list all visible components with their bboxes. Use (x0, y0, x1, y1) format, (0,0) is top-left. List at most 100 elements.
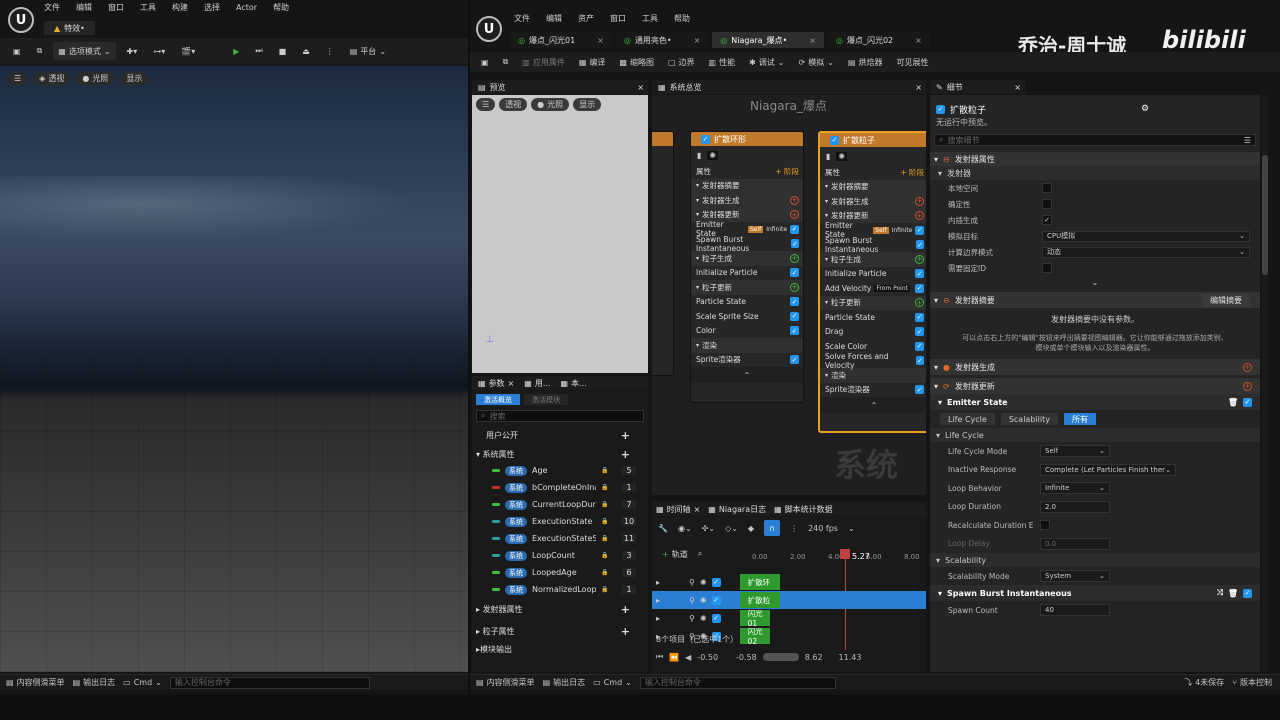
stop-icon[interactable]: ■ (274, 42, 292, 60)
module-row[interactable]: Drag ✓ (820, 325, 926, 340)
menu-item[interactable]: 工具 (140, 2, 156, 13)
track-row[interactable]: ▸ ⚲ ✺ ✓ 扩散粒 (652, 591, 926, 609)
collapse-icon[interactable]: ⌃ (820, 397, 926, 413)
close-icon[interactable]: × (1014, 83, 1025, 92)
emitter-node-particles[interactable]: ✓ 扩散粒子 ▮ ✺ 属性 + 阶段 ▾ 发射器摘要 ▾ 发射器生成 + ▾ 发射器更新 + Emitter… (818, 131, 926, 433)
stage-row[interactable]: ▾ 粒子生成 + (820, 252, 926, 267)
time-ruler[interactable]: 0.00 2.00 4.00 6.00 8.00 (748, 553, 922, 567)
unreal-logo-icon[interactable]: U (476, 16, 502, 42)
menu-item[interactable]: 工具 (642, 13, 658, 24)
lifecycle-category[interactable]: ▾ Life Cycle (930, 428, 1260, 442)
filter-icon[interactable]: ⌕ (698, 549, 702, 559)
add-stage-button[interactable]: + 阶段 (775, 166, 799, 177)
shuffle-icon[interactable]: ⤨ (1216, 588, 1222, 598)
transform-icon[interactable]: ✣⌄ (702, 524, 715, 533)
param-row[interactable]: 系统 CurrentLoopDura 🔒 7 (472, 496, 648, 513)
params-tab[interactable]: ▦ 参数 × (478, 378, 514, 389)
preview-viewport[interactable]: ☰ 透视 ● 光照 显示 ⊥ (472, 95, 648, 373)
content-drawer-button[interactable]: ▤ 内容侧滑菜单 (476, 677, 535, 688)
add-icon[interactable]: + (1243, 362, 1252, 372)
props-label[interactable]: 属性 (825, 167, 840, 178)
param-row[interactable]: 系统 Age 🔒 5 (472, 462, 648, 479)
asset-tab[interactable]: ◎ 爆点_闪光02 × (827, 32, 930, 48)
baker-button[interactable]: ▤ 烘焙器 (843, 53, 888, 71)
menu-item[interactable]: 文件 (514, 13, 530, 24)
range-start[interactable]: -0.50 (697, 653, 718, 662)
step-icon[interactable]: ⏭ (250, 42, 267, 60)
add-icon[interactable]: + (621, 603, 630, 616)
emitter-update-section[interactable]: ▾ ⟳ 发射器更新 + (930, 378, 1260, 394)
add-icon[interactable]: + (915, 211, 924, 221)
module-enabled-checkbox[interactable]: ✓ (790, 311, 799, 321)
state-filter-tab[interactable]: Scalability (1000, 413, 1058, 425)
add-icon[interactable]: + (790, 282, 799, 292)
emitter-props-section[interactable]: ▾ ⊖ 发射器属性 (930, 152, 1260, 166)
stage-row[interactable]: ▾ 发射器摘要 (691, 178, 803, 193)
viewport-menu-icon[interactable]: ☰ (8, 72, 28, 85)
module-enabled-checkbox[interactable]: ✓ (790, 268, 799, 278)
module-enabled-checkbox[interactable]: ✓ (915, 312, 924, 322)
stage-row[interactable]: ▾ 粒子更新 + (820, 295, 926, 310)
filter-active-button[interactable]: 激活概览 (476, 394, 520, 405)
menu-item[interactable]: 帮助 (273, 2, 289, 13)
module-enabled-checkbox[interactable]: ✓ (790, 239, 799, 249)
track-enabled-checkbox[interactable]: ✓ (711, 595, 721, 605)
track-row[interactable]: ▸ ⚲ ✺ ✓ 闪光01 (652, 609, 926, 628)
add-icon[interactable]: + (790, 253, 799, 263)
add-icon[interactable]: + (790, 210, 799, 220)
emitter-attr-section[interactable]: ▸ 发射器属性 + (472, 598, 648, 620)
module-row[interactable]: Add Velocity From Point ✓ (820, 281, 926, 296)
add-icon[interactable]: + (915, 196, 924, 206)
advanced-expand-icon[interactable]: ⌄ (930, 276, 1260, 288)
module-enabled-checkbox[interactable]: ✓ (915, 225, 924, 235)
platform-dropdown[interactable]: ▤ 平台 ⌄ (345, 42, 391, 60)
preview-perspective-button[interactable]: 透视 (499, 98, 528, 111)
menu-item[interactable]: 编辑 (76, 2, 92, 13)
content-drawer-button[interactable]: ▤ 内容侧滑菜单 (6, 677, 65, 688)
spawn-count-input[interactable]: 40 (1040, 604, 1110, 616)
close-icon[interactable]: × (694, 505, 701, 514)
node-enabled-checkbox[interactable]: ✓ (830, 135, 839, 145)
params-search[interactable]: ⌕ 搜索 (476, 410, 644, 422)
menu-item[interactable]: 资产 (578, 13, 594, 24)
add-icon[interactable]: + (621, 625, 630, 638)
node-header[interactable]: ✓ 扩散粒子 (820, 133, 926, 147)
detail-dropdown[interactable]: 动态 ⌄ (1042, 246, 1250, 258)
magnet-icon[interactable]: ∩ (764, 520, 781, 536)
number-input[interactable]: 2.0 (1040, 500, 1110, 513)
emitter-subsection[interactable]: ▾ 发射器 (930, 166, 1260, 180)
wrench-icon[interactable]: 🔧 (658, 524, 668, 533)
close-icon[interactable]: × (637, 83, 648, 92)
view-end[interactable]: 8.62 (805, 653, 823, 662)
emitter-state-module[interactable]: ▾ Emitter State 🗑 ✓ (930, 394, 1260, 410)
output-log-button[interactable]: ▤ 输出日志 (543, 677, 586, 688)
add-track-button[interactable]: + 轨道 (662, 549, 688, 560)
content-icon[interactable]: ⧉ (32, 42, 48, 60)
module-row[interactable]: Spawn Burst Instantaneous ✓ (820, 236, 926, 254)
details-search[interactable]: ⌕ 搜索细节 ☰ (934, 134, 1256, 146)
track-bar[interactable]: 扩散粒 (739, 592, 780, 608)
add-icon[interactable]: + (915, 254, 924, 264)
cmd-dropdown[interactable]: ▭ Cmd ⌄ (593, 678, 632, 687)
output-log-button[interactable]: ▤ 输出日志 (73, 677, 116, 688)
track-bar[interactable]: 扩散环 (739, 574, 780, 590)
scalability-category[interactable]: ▾ Scalability (930, 553, 1260, 567)
source-control-button[interactable]: ⑂ 版本控制 (1232, 677, 1272, 688)
play-reverse-icon[interactable]: ◀ (685, 653, 691, 662)
show-button[interactable]: 显示 (120, 72, 149, 85)
thumbnail-button[interactable]: ▩ 缩略图 (614, 53, 659, 71)
state-filter-tab[interactable]: Life Cycle (940, 413, 995, 425)
track-bar[interactable]: 闪光02 (739, 627, 770, 646)
stage-row[interactable]: ▾ 发射器生成 + (691, 193, 803, 208)
module-enabled-checkbox[interactable]: ✓ (1243, 397, 1252, 407)
collapse-icon[interactable]: ⌃ (691, 367, 803, 383)
keyframe-icon[interactable]: ◇⌄ (725, 524, 738, 533)
scalability-mode-dropdown[interactable]: System ⌄ (1040, 570, 1110, 582)
simulate-button[interactable]: ⟳ 模拟 ⌄ (794, 53, 839, 71)
close-icon[interactable]: × (597, 36, 604, 45)
track-row[interactable]: ▸ ⚲ ✺ ✓ 扩散环 (652, 573, 926, 591)
viewport-menu-icon[interactable]: ☰ (476, 98, 496, 111)
scrollbar-thumb[interactable] (1262, 155, 1268, 275)
number-input[interactable]: 0.0 (1040, 537, 1110, 550)
unreal-logo-icon[interactable]: U (8, 7, 34, 33)
